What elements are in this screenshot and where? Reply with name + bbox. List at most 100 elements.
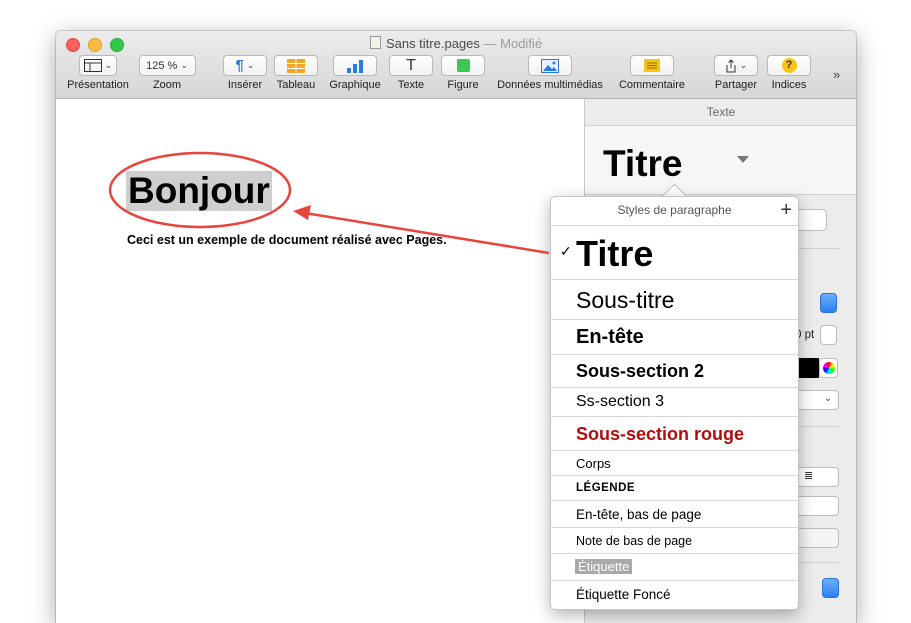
insert-label: Insérer (227, 79, 263, 91)
modified-status: Modifié (500, 36, 543, 51)
presentation-button[interactable]: ⌄ (79, 55, 117, 76)
bar-chart-icon (347, 59, 363, 73)
zoom-label: Zoom (152, 79, 182, 91)
image-icon (541, 58, 559, 73)
style-label: Titre (576, 233, 654, 274)
style-label: Corps (576, 456, 611, 471)
table-label: Tableau (276, 79, 316, 91)
tips-button[interactable]: ? (767, 55, 811, 76)
checkmark-icon: ✓ (560, 243, 572, 259)
table-button[interactable] (274, 55, 318, 76)
character-style-select[interactable]: ⌄ (795, 390, 839, 410)
share-icon (726, 58, 736, 72)
share-label: Partager (714, 79, 758, 91)
style-item-sous-titre[interactable]: Sous-titre (551, 280, 798, 320)
comment-label: Commentaire (618, 79, 686, 91)
divider (795, 562, 839, 563)
style-item-etiquette[interactable]: Étiquette (551, 554, 798, 581)
share-button[interactable]: ⌄ (714, 55, 758, 76)
style-label: Étiquette Foncé (576, 587, 671, 602)
table-tool[interactable]: Tableau (272, 55, 320, 91)
shape-tool[interactable]: Figure (440, 55, 486, 91)
insert-button[interactable]: ¶ ⌄ (223, 55, 267, 76)
style-item-ss-section-3[interactable]: Ss-section 3 (551, 388, 798, 417)
list-style-stepper[interactable] (822, 578, 839, 598)
sidebar-layout-icon (83, 59, 102, 72)
style-label: Sous-section rouge (576, 424, 745, 444)
comment-tool[interactable]: Commentaire (613, 55, 691, 91)
chart-button[interactable] (333, 55, 377, 76)
chart-tool[interactable]: Graphique (324, 55, 386, 91)
disabled-control (795, 528, 839, 548)
divider (795, 248, 839, 249)
style-label: Note de bas de page (576, 534, 693, 548)
tips-label: Indices (771, 79, 807, 91)
media-button[interactable] (528, 55, 572, 76)
document-title-text[interactable]: Bonjour (126, 171, 272, 211)
window-title: Sans titre.pages — Modifié (56, 36, 856, 51)
help-icon: ? (781, 58, 797, 73)
table-icon (287, 58, 305, 73)
text-label: Texte (397, 79, 425, 91)
paragraph-icon: ¶ (235, 57, 244, 74)
toolbar-overflow-button[interactable]: » (833, 67, 840, 82)
media-tool[interactable]: Données multimédias (492, 55, 608, 91)
color-picker-button[interactable] (819, 358, 838, 378)
share-tool[interactable]: ⌄ Partager (711, 55, 761, 91)
style-label: En-tête, bas de page (576, 507, 702, 522)
font-select-stepper[interactable] (820, 293, 837, 313)
presentation-label: Présentation (67, 79, 129, 91)
style-item-en-tete-bas-de-page[interactable]: En-tête, bas de page (551, 501, 798, 528)
inspector-tab-button[interactable] (795, 209, 827, 231)
style-label: En-tête (576, 326, 644, 348)
comment-icon (644, 59, 660, 72)
justify-icon: ≣ (804, 470, 814, 482)
style-label: Sous-section 2 (576, 361, 705, 381)
window-title-text: Sans titre.pages (385, 36, 480, 51)
chevron-down-icon: ⌄ (246, 60, 255, 70)
style-label: LÉGENDE (576, 482, 636, 494)
text-tool[interactable]: T Texte (388, 55, 434, 91)
popover-header: Styles de paragraphe + (551, 197, 798, 226)
style-dropdown-arrow-icon[interactable] (737, 156, 749, 163)
style-item-corps[interactable]: Corps (551, 451, 798, 476)
style-item-en-tete[interactable]: En-tête (551, 320, 798, 355)
style-item-sous-section-rouge[interactable]: Sous-section rouge (551, 417, 798, 451)
current-paragraph-style[interactable]: Titre (603, 143, 683, 185)
document-icon (369, 36, 381, 49)
tips-tool[interactable]: ? Indices (765, 55, 813, 91)
title-separator: — (483, 36, 497, 51)
indent-button[interactable] (795, 496, 839, 516)
comment-button[interactable] (630, 55, 674, 76)
style-item-etiquette-fonce[interactable]: Étiquette Foncé (551, 581, 798, 609)
style-label: Ss-section 3 (576, 393, 665, 410)
inspector-tab-text[interactable]: Texte (585, 99, 856, 126)
text-icon: T (406, 56, 416, 74)
document-canvas[interactable]: Bonjour Ceci est un exemple de document … (56, 99, 584, 623)
style-item-sous-section-2[interactable]: Sous-section 2 (551, 355, 798, 388)
chevron-down-icon: ⌄ (180, 60, 188, 70)
style-item-titre[interactable]: ✓ Titre (551, 225, 798, 280)
presentation-tool[interactable]: ⌄ Présentation (60, 55, 136, 91)
font-size-stepper[interactable] (820, 325, 837, 345)
text-button[interactable]: T (389, 55, 433, 76)
style-label: Étiquette (575, 559, 633, 574)
zoom-select[interactable]: 125 % ⌄ (138, 55, 196, 76)
chevron-down-icon: ⌄ (823, 393, 832, 404)
alignment-justify-button[interactable]: ≣ (795, 467, 839, 487)
media-label: Données multimédias (497, 79, 603, 91)
shape-icon (456, 59, 470, 72)
shape-button[interactable] (441, 55, 485, 76)
paragraph-styles-popover: Styles de paragraphe + ✓ Titre Sous-titr… (550, 196, 799, 610)
add-style-button[interactable]: + (780, 197, 792, 223)
title-bar: Sans titre.pages — Modifié ⌄ Présentatio… (56, 31, 856, 99)
chevron-down-icon: ⌄ (104, 60, 113, 70)
zoom-value: 125 % (146, 59, 178, 72)
style-item-legende[interactable]: LÉGENDE (551, 476, 798, 501)
document-body-text[interactable]: Ceci est un exemple de document réalisé … (127, 233, 447, 247)
zoom-tool[interactable]: 125 % ⌄ Zoom (136, 55, 198, 91)
style-item-note-de-bas-de-page[interactable]: Note de bas de page (551, 528, 798, 554)
chart-label: Graphique (329, 79, 381, 91)
chevron-down-icon: ⌄ (739, 60, 748, 70)
insert-tool[interactable]: ¶ ⌄ Insérer (222, 55, 268, 91)
